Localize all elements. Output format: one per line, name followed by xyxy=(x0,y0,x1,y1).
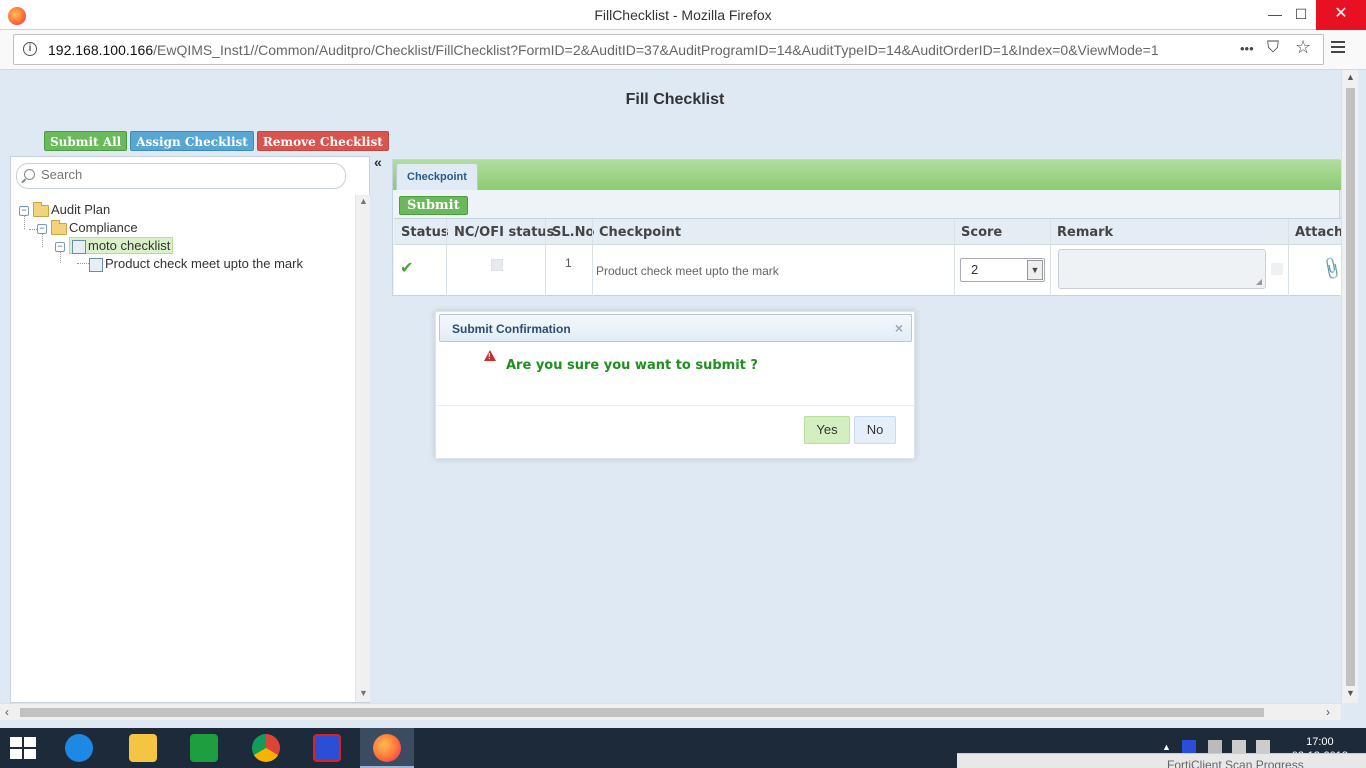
bookmark-star-icon[interactable]: ☆ xyxy=(1295,37,1311,58)
selected-node[interactable]: moto checklist xyxy=(69,237,174,254)
submit-button[interactable]: Submit xyxy=(399,196,468,215)
maximize-button[interactable]: ☐ xyxy=(1284,0,1318,30)
tree-node-compliance[interactable]: − Compliance xyxy=(37,219,138,237)
tree-panel: −Audit Plan −Compliance −moto checklist … xyxy=(10,156,370,703)
tray-app-icon[interactable] xyxy=(1182,740,1196,754)
volume-icon[interactable] xyxy=(1256,740,1270,754)
display-icon[interactable] xyxy=(1232,740,1246,754)
tree-connector xyxy=(77,263,89,264)
scroll-up-icon[interactable]: ▲ xyxy=(359,196,368,206)
store-icon[interactable] xyxy=(177,728,231,768)
collapse-toggle-icon[interactable]: − xyxy=(19,205,29,216)
tree-node-checkpoint[interactable]: Product check meet upto the mark xyxy=(89,255,303,273)
pocket-icon[interactable]: ⛉ xyxy=(1267,39,1279,57)
app-icon[interactable] xyxy=(300,728,354,768)
tree-node-audit-plan[interactable]: − Audit Plan xyxy=(19,201,110,219)
score-select[interactable]: 2 ▼ xyxy=(960,258,1045,282)
toolbar: Submit All Assign Checklist Remove Checkli… xyxy=(44,131,392,151)
scroll-down-icon[interactable]: ▼ xyxy=(359,688,368,698)
show-hidden-icons-icon[interactable]: ▲ xyxy=(1162,742,1171,752)
scroll-thumb[interactable] xyxy=(20,708,1264,717)
submit-confirmation-dialog: Submit Confirmation × ! Are you sure you… xyxy=(435,311,915,459)
page-title: Fill Checklist xyxy=(625,91,725,108)
folder-icon xyxy=(33,201,49,217)
collapse-toggle-icon[interactable]: − xyxy=(55,241,65,252)
tree-node-label: Compliance xyxy=(69,220,138,235)
window-titlebar: FillChecklist - Mozilla Firefox — ☐ ✕ xyxy=(0,0,1366,30)
chrome-icon[interactable] xyxy=(239,728,293,768)
resize-grip-icon[interactable]: ◢ xyxy=(1256,277,1262,286)
score-value: 2 xyxy=(971,262,979,277)
submit-all-button[interactable]: Submit All xyxy=(44,131,128,151)
checkpoint-panel: Checkpoint Submit Status NC/OFI status S… xyxy=(392,159,1348,296)
column-header[interactable]: Score xyxy=(961,225,1002,240)
search-input[interactable] xyxy=(41,167,331,182)
dialog-header: Submit Confirmation × xyxy=(439,314,912,342)
remove-checklist-button[interactable]: Remove Checklist xyxy=(256,131,389,151)
page-vertical-scrollbar[interactable]: ▲ ▼ xyxy=(1341,70,1358,703)
dialog-title: Submit Confirmation xyxy=(452,322,571,336)
column-header[interactable]: Status xyxy=(401,225,449,240)
file-explorer-icon[interactable] xyxy=(116,728,170,768)
windows-start-icon[interactable] xyxy=(10,737,38,761)
close-icon[interactable]: × xyxy=(895,320,903,336)
table-row[interactable]: ✔ 1 Product check meet upto the mark 2 ▼ … xyxy=(394,245,1345,296)
search-icon xyxy=(24,169,35,180)
checkpoint-cell: Product check meet upto the mark xyxy=(596,264,779,278)
check-icon: ✔ xyxy=(400,260,414,277)
column-header[interactable]: Attachi xyxy=(1295,225,1348,240)
remark-indicator xyxy=(1271,263,1283,275)
forticlient-notification[interactable]: FortiClient Scan Progress xyxy=(957,753,1366,768)
checkpoint-grid: Status NC/OFI status SL.No Checkpoint Sc… xyxy=(394,218,1348,296)
url-path: /EwQIMS_Inst1//Common/Auditpro/Checklist… xyxy=(153,42,1159,58)
internet-explorer-icon[interactable] xyxy=(52,728,106,768)
network-icon[interactable] xyxy=(1208,740,1222,754)
address-bar[interactable]: i 192.168.100.166/EwQIMS_Inst1//Common/A… xyxy=(13,34,1324,65)
folder-icon xyxy=(51,219,67,235)
scroll-thumb[interactable] xyxy=(1346,88,1355,686)
sl-no-cell: 1 xyxy=(565,256,572,270)
collapse-toggle-icon[interactable]: − xyxy=(37,223,47,234)
close-window-button[interactable]: ✕ xyxy=(1316,0,1366,30)
clock-time: 17:00 xyxy=(1306,736,1334,748)
site-info-icon[interactable]: i xyxy=(23,42,37,56)
navigation-bar: i 192.168.100.166/EwQIMS_Inst1//Common/A… xyxy=(0,30,1366,70)
checklist-icon xyxy=(72,239,86,254)
tree-node-label: Audit Plan xyxy=(51,202,111,217)
firefox-taskbar-icon[interactable] xyxy=(360,728,414,768)
column-header[interactable]: NC/OFI status xyxy=(454,225,554,240)
tree-scrollbar[interactable]: ▲ ▼ xyxy=(355,195,370,702)
column-header[interactable]: Remark xyxy=(1057,225,1113,240)
tab-strip: Checkpoint xyxy=(393,160,1341,190)
tree-node-moto-checklist[interactable]: − moto checklist xyxy=(55,237,174,255)
page-horizontal-scrollbar[interactable]: ‹ › xyxy=(0,703,1341,720)
nc-ofi-checkbox[interactable] xyxy=(491,259,503,271)
scroll-down-icon[interactable]: ▼ xyxy=(1346,688,1355,698)
grid-header: Status NC/OFI status SL.No Checkpoint Sc… xyxy=(394,219,1348,245)
url-host: 192.168.100.166 xyxy=(48,42,154,58)
dialog-message: Are you sure you want to submit ? xyxy=(506,358,758,373)
hamburger-menu-icon[interactable] xyxy=(1328,38,1348,58)
tree-node-label: Product check meet upto the mark xyxy=(105,256,303,271)
scroll-up-icon[interactable]: ▲ xyxy=(1346,72,1355,82)
checkpoint-icon xyxy=(89,257,103,272)
url-text[interactable]: 192.168.100.166/EwQIMS_Inst1//Common/Aud… xyxy=(48,42,1159,58)
scroll-left-icon[interactable]: ‹ xyxy=(5,705,9,719)
yes-button[interactable]: Yes xyxy=(804,416,850,444)
no-button[interactable]: No xyxy=(854,416,896,444)
column-header[interactable]: Checkpoint xyxy=(599,225,681,240)
scroll-right-icon[interactable]: › xyxy=(1326,705,1330,719)
column-header[interactable]: SL.No xyxy=(552,225,594,240)
warning-icon: ! xyxy=(484,350,496,361)
chevron-down-icon[interactable]: ▼ xyxy=(1027,260,1043,280)
page-actions-icon[interactable]: ••• xyxy=(1240,41,1254,56)
tab-checkpoint[interactable]: Checkpoint xyxy=(396,163,478,190)
collapse-panel-icon[interactable]: « xyxy=(374,154,382,170)
assign-checklist-button[interactable]: Assign Checklist xyxy=(130,131,254,151)
divider xyxy=(436,405,914,406)
tree-search[interactable] xyxy=(16,163,346,189)
window-title: FillChecklist - Mozilla Firefox xyxy=(594,7,772,23)
tree-node-label: moto checklist xyxy=(88,238,171,253)
remark-textarea[interactable]: ◢ xyxy=(1058,249,1266,289)
